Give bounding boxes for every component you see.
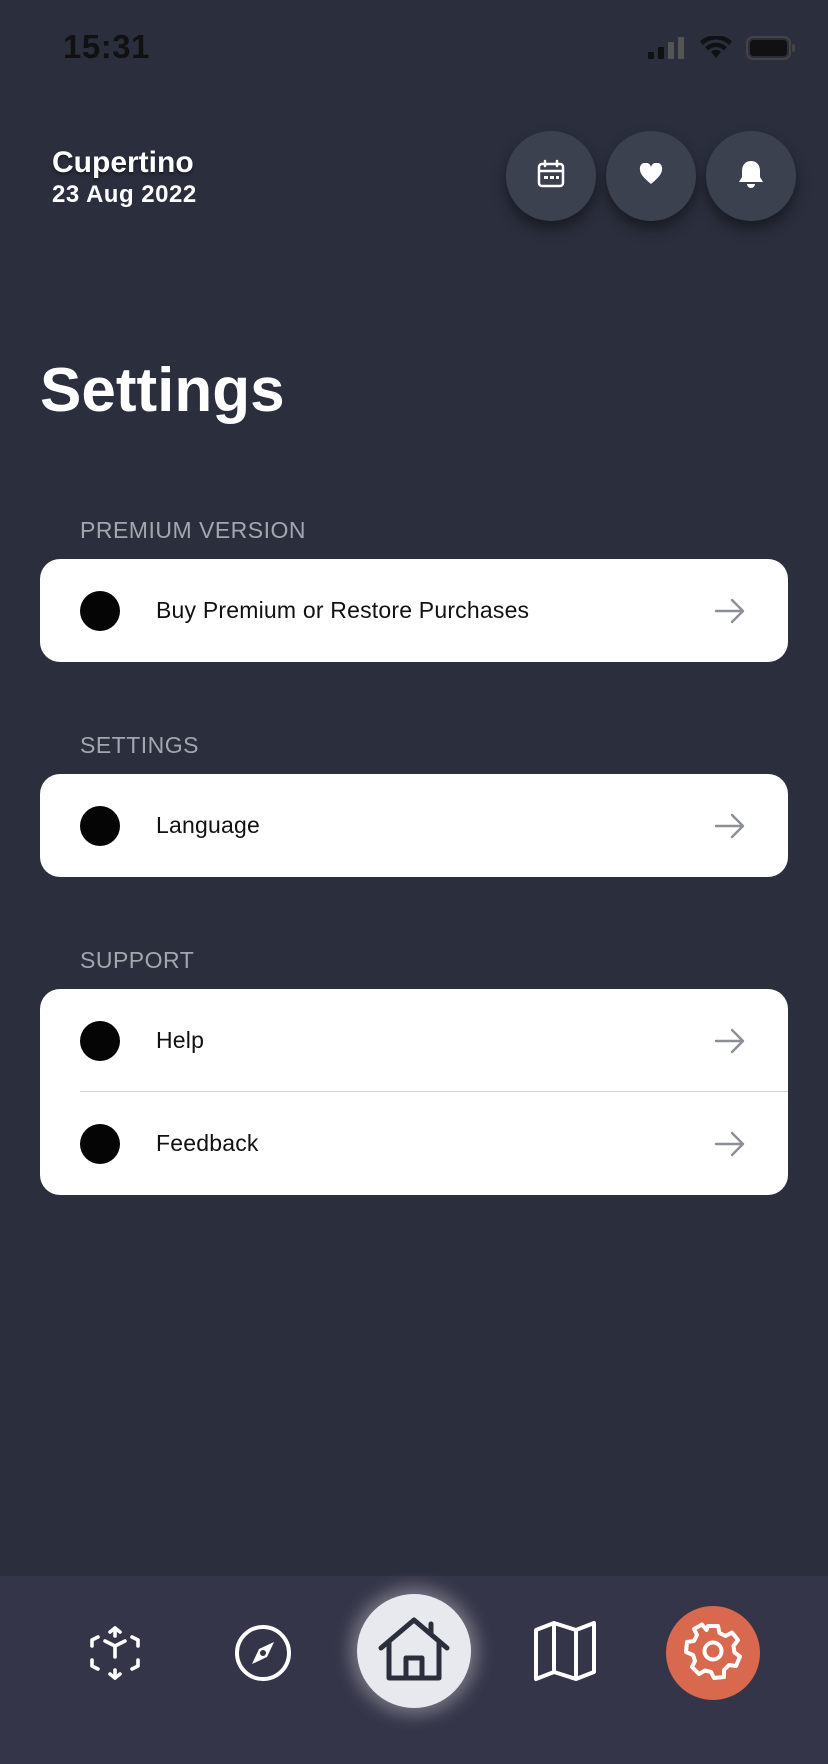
section-label-settings: SETTINGS: [80, 732, 200, 758]
current-date: 23 Aug 2022: [52, 181, 197, 208]
arrow-right-icon: [714, 597, 746, 630]
feedback-label: Feedback: [156, 1130, 259, 1156]
bell-icon: [737, 159, 765, 194]
settings-card: Language: [40, 774, 788, 877]
buy-premium-row[interactable]: Buy Premium or Restore Purchases: [40, 559, 788, 662]
wifi-icon: [700, 35, 732, 65]
map-icon: [533, 1620, 597, 1687]
heart-icon: [639, 162, 663, 190]
notifications-button[interactable]: [706, 131, 796, 221]
battery-icon: [746, 36, 796, 65]
help-row[interactable]: Help: [40, 989, 788, 1092]
premium-icon: [80, 590, 120, 631]
signal-icon: [648, 37, 686, 64]
tab-ar[interactable]: [80, 1620, 150, 1690]
tab-home[interactable]: [357, 1594, 471, 1708]
calendar-icon: [536, 159, 566, 194]
status-time: 15:31: [63, 28, 150, 65]
tab-map[interactable]: [530, 1618, 600, 1688]
language-icon: [80, 805, 120, 846]
help-icon: [80, 1020, 120, 1061]
page-title: Settings: [40, 356, 285, 425]
arrow-right-icon: [714, 1130, 746, 1163]
status-icons: [648, 35, 796, 65]
gear-icon: [684, 1622, 742, 1685]
ar-cube-icon: [86, 1624, 144, 1687]
tab-explore[interactable]: [228, 1620, 298, 1690]
support-card: Help Feedback: [40, 989, 788, 1195]
status-bar: 15:31: [0, 0, 828, 100]
calendar-button[interactable]: [506, 131, 596, 221]
tab-settings[interactable]: [666, 1606, 760, 1700]
arrow-right-icon: [714, 812, 746, 845]
language-row[interactable]: Language: [40, 774, 788, 877]
section-label-premium: PREMIUM VERSION: [80, 517, 307, 543]
buy-premium-label: Buy Premium or Restore Purchases: [156, 597, 530, 623]
location-name: Cupertino: [52, 146, 194, 179]
compass-icon: [233, 1623, 293, 1688]
section-label-support: SUPPORT: [80, 947, 195, 973]
language-label: Language: [156, 812, 260, 838]
home-icon: [377, 1616, 451, 1687]
premium-card: Buy Premium or Restore Purchases: [40, 559, 788, 662]
arrow-right-icon: [714, 1027, 746, 1060]
feedback-row[interactable]: Feedback: [40, 1092, 788, 1195]
favorites-button[interactable]: [606, 131, 696, 221]
feedback-icon: [80, 1123, 120, 1164]
help-label: Help: [156, 1027, 205, 1053]
tab-bar: [0, 1576, 828, 1764]
